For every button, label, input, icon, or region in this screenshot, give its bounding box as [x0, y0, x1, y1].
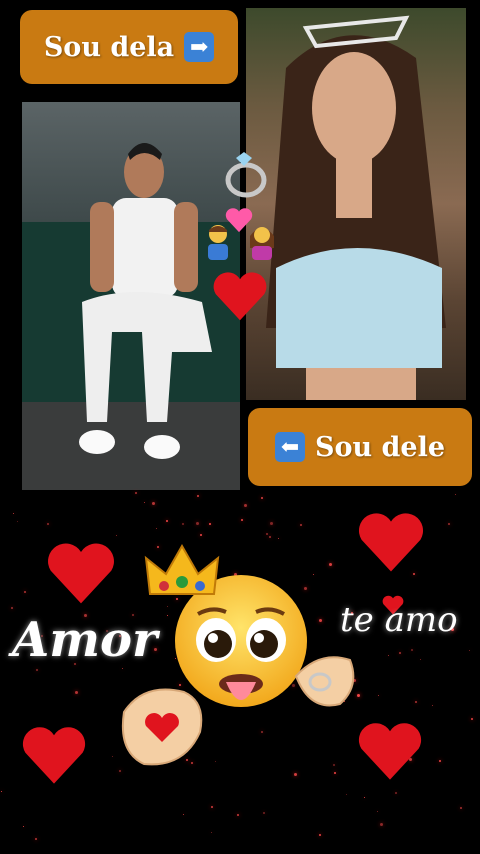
- sparkle-dot: [364, 797, 365, 798]
- sparkle-dot: [420, 659, 421, 660]
- sparkle-dot: [329, 563, 332, 566]
- woman-emoji-icon: [250, 227, 274, 260]
- sparkle-dot: [460, 807, 462, 809]
- sparkle-dot: [300, 524, 302, 526]
- sparkle-dot: [166, 520, 168, 522]
- sparkle-dot: [211, 832, 212, 833]
- sparkle-dot: [17, 521, 18, 522]
- sparkle-dot: [47, 523, 49, 525]
- sparkle-dot: [11, 607, 13, 609]
- sparkle-dot: [13, 513, 14, 514]
- red-heart-icon: [358, 723, 422, 780]
- sparkle-dot: [346, 794, 347, 795]
- sparkle-dot: [261, 497, 263, 499]
- sparkle-dot: [1, 791, 2, 792]
- sparkle-dot: [211, 806, 213, 808]
- sparkle-dot: [455, 494, 456, 495]
- sparkle-dot: [241, 519, 243, 521]
- sou-dela-label: Sou dela: [43, 31, 175, 63]
- sparkle-dot: [471, 718, 473, 720]
- sparkle-dot: [35, 838, 37, 840]
- sparkle-dot: [122, 668, 123, 669]
- sparkle-dot: [469, 650, 470, 651]
- sparkle-dot: [182, 523, 184, 525]
- sou-dele-badge: ⬅ Sou dele: [248, 408, 472, 486]
- sparkle-dot: [152, 502, 155, 505]
- man-emoji-icon: [208, 225, 228, 260]
- red-heart-icon: [48, 543, 114, 604]
- sparkle-dot: [294, 773, 297, 776]
- sparkle-dot: [377, 811, 378, 812]
- sparkle-dot: [380, 823, 383, 826]
- sparkle-dot: [75, 691, 78, 694]
- sparkle-dot: [263, 812, 265, 814]
- sparkle-dot: [378, 695, 379, 696]
- sparkle-dot: [448, 523, 450, 525]
- sparkle-dot: [319, 834, 321, 836]
- sparkle-dot: [237, 814, 239, 816]
- left-hand-icon: [121, 688, 203, 766]
- red-heart-icon: [358, 513, 424, 572]
- sparkle-dot: [200, 534, 202, 536]
- woman-photo: [246, 8, 466, 400]
- sparkle-dot: [116, 535, 117, 536]
- sparkle-dot: [156, 528, 157, 529]
- sparkle-dot: [209, 523, 211, 525]
- sparkle-dot: [135, 492, 137, 494]
- sparkle-dot: [197, 495, 199, 497]
- sparkle-dot: [388, 655, 389, 656]
- sparkle-dot: [269, 536, 271, 538]
- sparkle-dot: [278, 538, 279, 539]
- red-heart-icon: [213, 272, 267, 321]
- sparkle-dot: [24, 591, 26, 593]
- te-amo-text: te amo: [340, 600, 458, 640]
- sparkle-dot: [399, 652, 401, 654]
- right-hand-icon: [294, 656, 355, 707]
- sparkle-dot: [439, 760, 441, 762]
- sparkle-dot: [319, 619, 322, 622]
- red-heart-icon: [22, 727, 86, 784]
- sparkle-dot: [36, 669, 38, 671]
- sparkle-dot: [183, 814, 184, 815]
- crown-icon: [144, 543, 220, 595]
- sparkle-dot: [215, 761, 216, 762]
- right-arrow-icon: ➡: [184, 32, 215, 62]
- sparkle-dot: [411, 649, 413, 651]
- sparkle-dot: [270, 522, 273, 525]
- sparkle-dot: [395, 792, 397, 794]
- sparkle-dot: [112, 756, 113, 757]
- ring-icon: [225, 152, 267, 198]
- sparkle-dot: [333, 764, 335, 766]
- sparkle-dot: [261, 731, 263, 733]
- sparkle-dot: [23, 826, 24, 827]
- sou-dele-label: Sou dele: [314, 431, 446, 463]
- amor-text: Amor: [12, 612, 158, 668]
- sparkle-dot: [415, 701, 417, 703]
- left-arrow-icon: ⬅: [274, 432, 305, 462]
- sparkle-dot: [196, 522, 199, 525]
- sparkle-dot: [334, 772, 336, 774]
- sou-dela-badge: Sou dela ➡: [20, 10, 238, 84]
- sparkle-dot: [144, 502, 145, 503]
- sparkle-dot: [244, 504, 247, 507]
- sparkle-dot: [432, 705, 433, 706]
- sparkle-dot: [266, 533, 268, 535]
